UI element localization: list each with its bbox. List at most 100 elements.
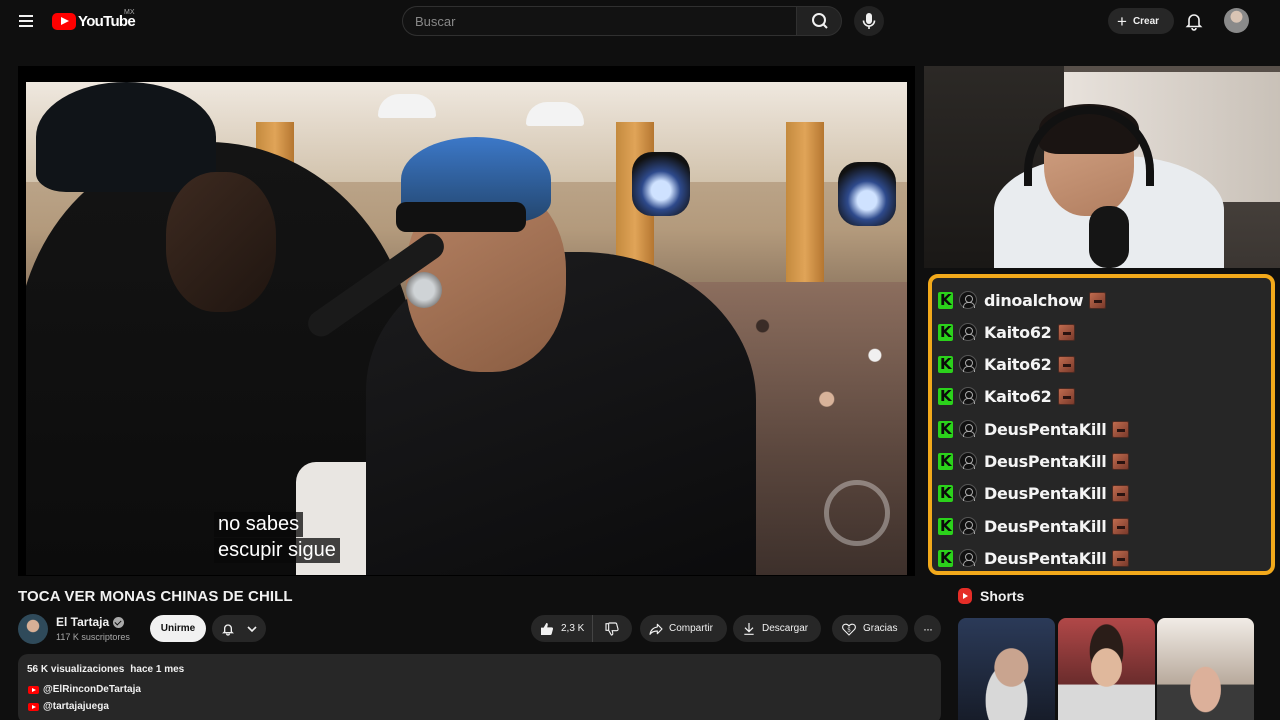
verified-icon [113,616,125,628]
chat-row: DeusPentaKill [938,449,1130,473]
create-label: Crear [1132,15,1160,27]
country-code: MX [124,9,135,16]
kick-badge-icon [938,452,953,470]
voice-search-button[interactable] [854,6,884,36]
thanks-label: Gracias [863,623,898,634]
menu-icon[interactable] [14,9,38,33]
microphone-head [406,272,442,308]
video-frame[interactable]: no sabes escupir sigue [26,82,907,575]
person-left-cap [36,82,216,192]
user-icon [959,484,977,502]
chat-username: Kaito62 [984,386,1052,406]
share-button[interactable]: Compartir [640,615,727,642]
kick-badge-icon [938,549,953,567]
description-box[interactable]: 56 K visualizaciones hace 1 mes @ElRinco… [18,654,941,720]
chat-row: Kaito62 [938,384,1075,408]
shorts-header: Shorts [958,588,1024,604]
description-link[interactable]: @ElRinconDeTartaja [28,684,141,695]
thumbs-up-icon [541,622,554,635]
video-subtitles: no sabes escupir sigue [214,512,340,563]
user-icon [959,323,977,341]
chat-row: DeusPentaKill [938,514,1130,538]
short-thumbnail[interactable] [1058,618,1155,720]
user-icon [959,452,977,470]
join-button[interactable]: Unirme [150,615,206,642]
bell-icon [222,623,234,636]
download-icon [744,622,754,635]
kick-badge-icon [938,291,953,309]
like-button[interactable]: 2,3 K [531,615,593,642]
streamer-webcam [924,66,1280,268]
user-icon [959,420,977,438]
more-actions-button[interactable]: ··· [914,615,941,642]
subtitle-line: escupir sigue [214,538,340,563]
chevron-down-icon [247,625,257,632]
emote-icon [1057,323,1075,341]
download-button[interactable]: Descargar [733,615,821,642]
channel-name-row: El Tartaja [56,615,125,629]
like-dislike-group: 2,3 K [531,615,632,642]
person-left-face [166,172,276,312]
kick-badge-icon [938,355,953,373]
top-bar: YouTube MX + Crear [0,0,1280,42]
kick-badge-icon [938,420,953,438]
short-thumbnail[interactable] [1157,618,1254,720]
search-button[interactable] [796,6,842,36]
emote-icon [1112,452,1130,470]
create-button[interactable]: + Crear [1108,8,1174,34]
user-icon [959,355,977,373]
heart-dollar-icon: $ [842,623,856,636]
emote-icon [1057,355,1075,373]
user-icon [959,517,977,535]
emote-icon [1057,387,1075,405]
kick-badge-icon [938,387,953,405]
plus-icon: + [1117,11,1127,31]
video-player[interactable]: no sabes escupir sigue [18,66,915,576]
subscriber-count: 117 K suscriptores [56,632,130,642]
youtube-logo[interactable]: YouTube [52,11,136,31]
share-icon [649,623,663,635]
stage-light [632,152,690,216]
mic-icon [862,13,876,29]
chat-row: DeusPentaKill [938,481,1130,505]
more-icon: ··· [923,621,933,636]
account-avatar[interactable] [1224,8,1249,33]
thumbs-down-icon [605,621,619,636]
kick-badge-icon [938,484,953,502]
bell-icon [1185,14,1203,31]
user-icon [959,549,977,567]
user-icon [959,387,977,405]
description-meta: 56 K visualizaciones hace 1 mes [27,664,184,675]
search-icon [812,13,828,29]
chat-username: DeusPentaKill [984,548,1107,568]
watermark-logo [824,480,890,546]
subtitle-line: no sabes [214,512,304,537]
subscription-bell-button[interactable] [212,615,266,642]
svg-text:$: $ [847,626,851,633]
view-count: 56 K visualizaciones [27,664,125,675]
person-right-sunglasses [396,202,526,232]
cam-microphone [1089,206,1129,268]
chat-username: Kaito62 [984,354,1052,374]
channel-name[interactable]: El Tartaja [56,615,109,629]
notifications-button[interactable] [1182,9,1206,33]
youtube-icon [28,685,39,694]
emote-icon [1112,420,1130,438]
kick-badge-icon [938,517,953,535]
channel-avatar[interactable] [18,614,48,644]
chat-row: Kaito62 [938,352,1075,376]
dislike-button[interactable] [593,615,631,642]
chat-username: DeusPentaKill [984,419,1107,439]
thanks-button[interactable]: $ Gracias [832,615,908,642]
chat-overlay: dinoalchow Kaito62 Kaito62 Kaito62 DeusP… [928,274,1275,575]
chat-row: DeusPentaKill [938,546,1130,570]
emote-icon [1089,291,1107,309]
description-link[interactable]: @tartajajuega [28,701,109,712]
chat-row: dinoalchow [938,288,1107,312]
kick-badge-icon [938,323,953,341]
short-thumbnail[interactable] [958,618,1055,720]
search-input[interactable] [403,7,796,35]
download-label: Descargar [762,623,809,634]
chat-username: DeusPentaKill [984,483,1107,503]
chat-row: DeusPentaKill [938,417,1130,441]
